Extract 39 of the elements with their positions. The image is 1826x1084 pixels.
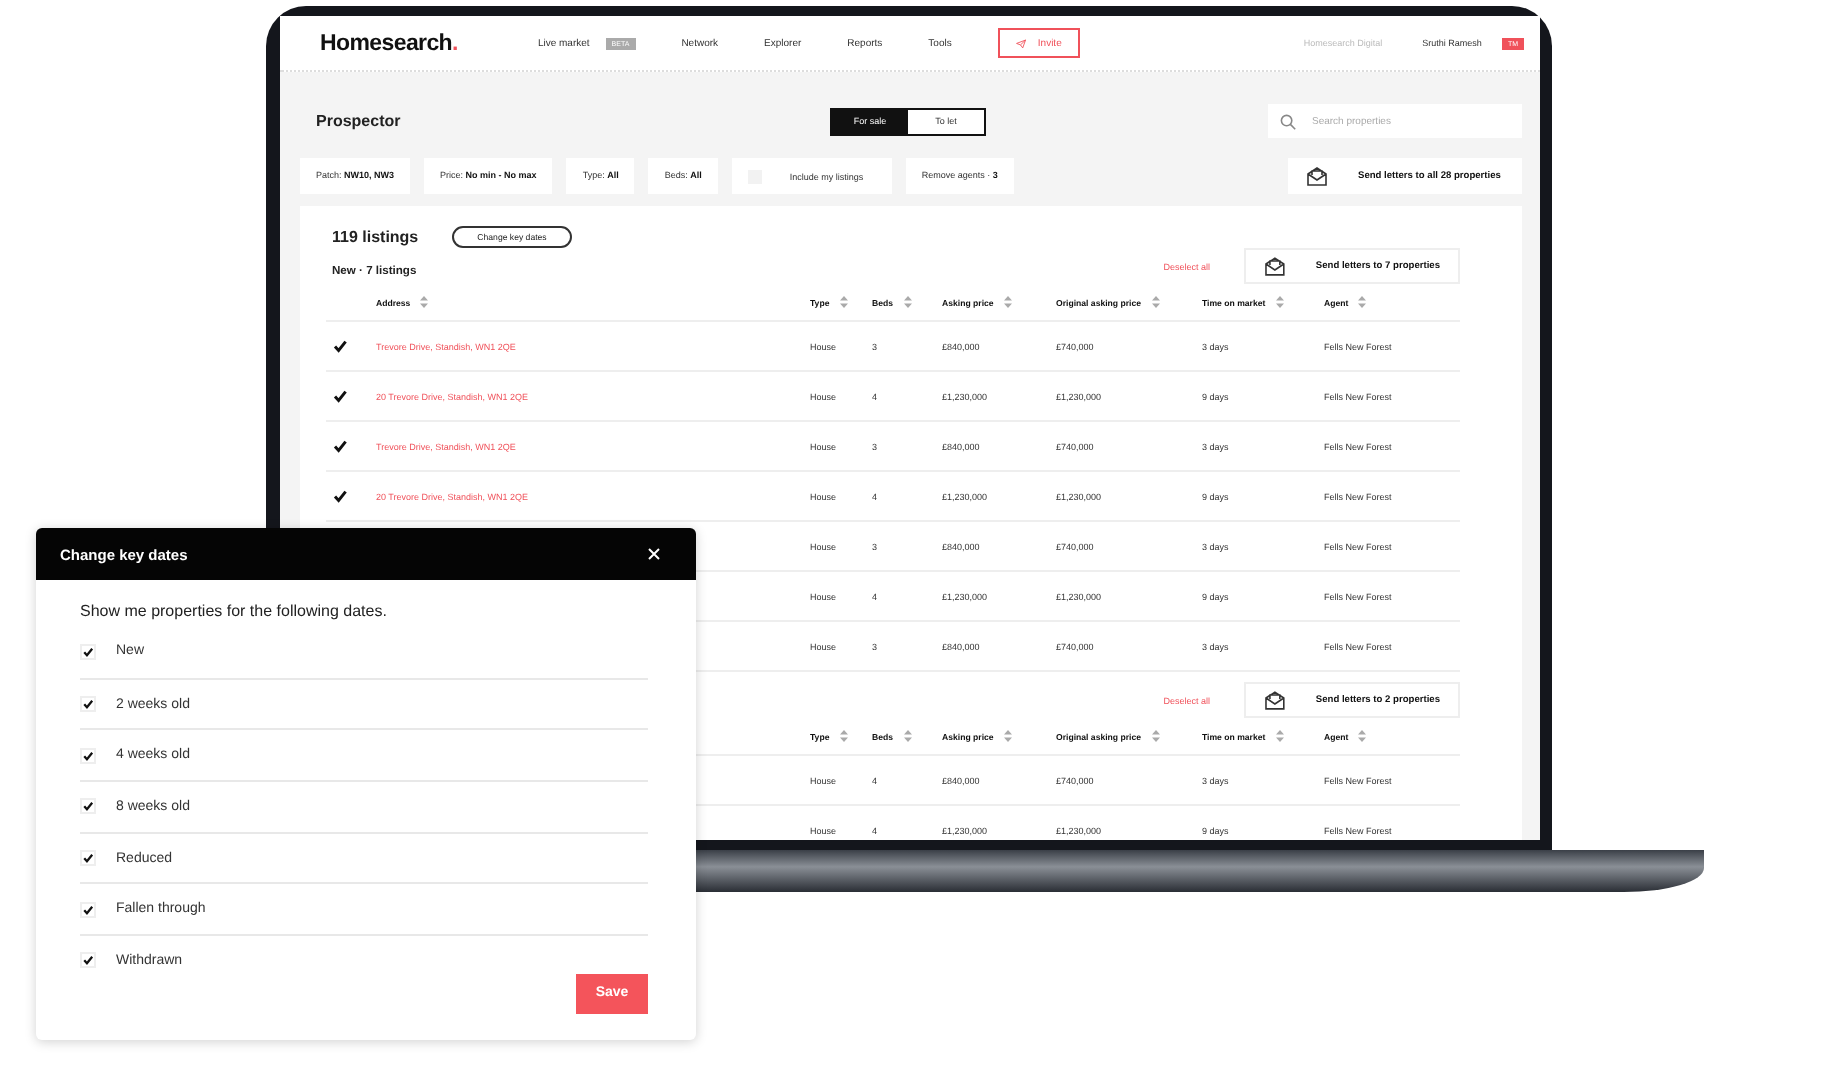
- check-icon: [82, 901, 94, 918]
- check-icon: [82, 747, 94, 764]
- sort-icon: [1358, 296, 1367, 308]
- sort-icon: [903, 730, 912, 742]
- checkbox[interactable]: [332, 438, 348, 454]
- page-title: Prospector: [316, 112, 403, 130]
- sort-icon: [1151, 296, 1160, 308]
- sort-icon: [903, 296, 912, 308]
- envelope-icon: [1306, 166, 1328, 186]
- logo: Homesearch.: [320, 31, 458, 55]
- sort-icon: [1151, 730, 1160, 742]
- checkbox[interactable]: [332, 338, 348, 354]
- dialog-text: Show me properties for the following dates.: [80, 602, 389, 620]
- check-icon: [82, 696, 94, 713]
- envelope-icon: [1264, 690, 1286, 710]
- sort-icon: [839, 730, 848, 742]
- checkbox[interactable]: [332, 488, 348, 504]
- check-icon: [82, 850, 94, 867]
- check-icon: [82, 798, 94, 815]
- envelope-icon: [1264, 256, 1286, 276]
- check-icon: [82, 643, 94, 660]
- sort-icon: [1275, 730, 1284, 742]
- listings-count: 119 listings: [332, 227, 421, 245]
- sort-icon: [839, 296, 848, 308]
- paper-plane-icon: [1015, 35, 1026, 51]
- sort-icon: [1275, 296, 1284, 308]
- close-icon: [648, 548, 660, 560]
- check-icon: [82, 952, 94, 969]
- sort-icon: [1003, 296, 1012, 308]
- checkbox[interactable]: [332, 388, 348, 404]
- sort-icon: [1003, 730, 1012, 742]
- check-icon: [332, 488, 348, 504]
- sort-icon: [1358, 730, 1367, 742]
- check-icon: [332, 338, 348, 354]
- search-icon: [1280, 113, 1296, 129]
- sort-icon: [420, 296, 429, 308]
- close-button[interactable]: [646, 546, 662, 562]
- check-icon: [332, 388, 348, 404]
- check-icon: [332, 438, 348, 454]
